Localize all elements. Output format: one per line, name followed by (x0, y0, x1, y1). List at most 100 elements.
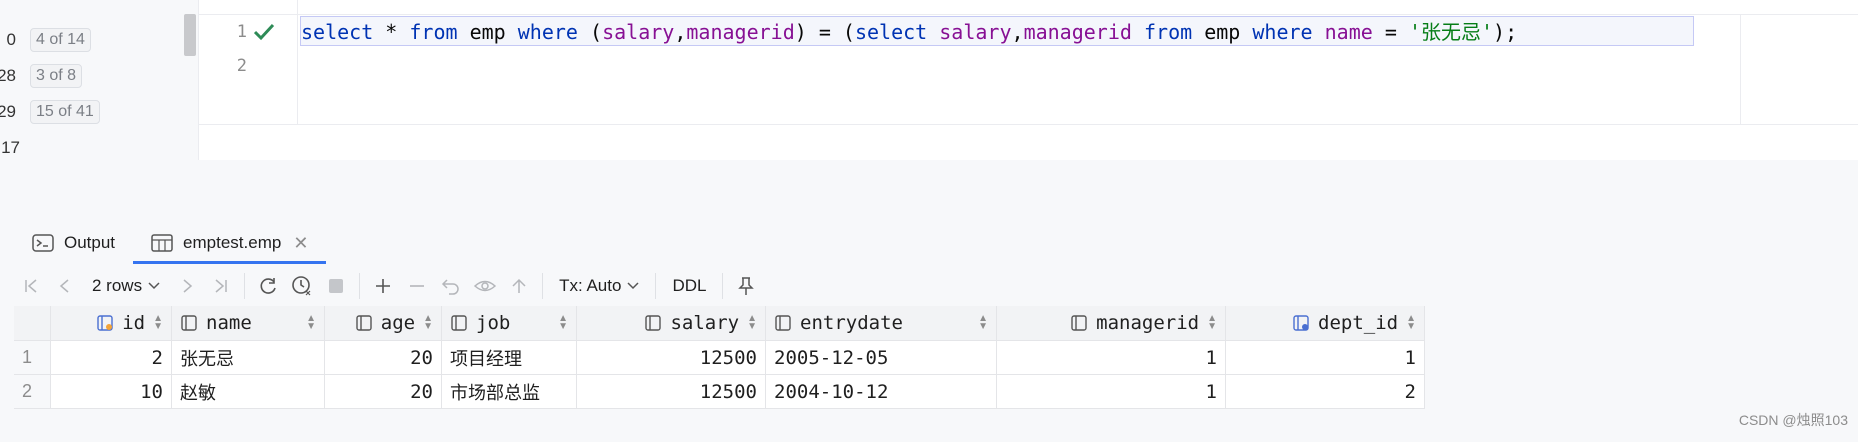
add-row-icon[interactable] (366, 269, 400, 303)
usage-row[interactable]: 28 3 of 8 (0, 64, 83, 88)
rows-count-dropdown[interactable]: 2 rows (82, 276, 170, 296)
transaction-mode-label: Tx: Auto (559, 276, 622, 295)
console-icon (32, 234, 54, 252)
cell-age[interactable]: 20 (324, 374, 442, 409)
next-page-icon[interactable] (170, 269, 204, 303)
cell-dept-id[interactable]: 2 (1225, 374, 1425, 409)
revert-icon[interactable] (434, 269, 468, 303)
cell-managerid[interactable]: 1 (996, 374, 1226, 409)
code-text: emp (1192, 20, 1253, 44)
column-header-label: dept_id (1318, 312, 1399, 334)
cell-name[interactable]: 张无忌 (171, 340, 325, 375)
sort-icon[interactable]: ▲ ▼ (423, 314, 433, 332)
transaction-mode-dropdown[interactable]: Tx: Auto (549, 276, 649, 296)
column-icon (356, 315, 372, 331)
sort-icon[interactable]: ▲ ▼ (1406, 314, 1416, 332)
column-header-label: managerid (1096, 312, 1200, 334)
column-header-age[interactable]: age ▲ ▼ (324, 306, 442, 341)
close-icon[interactable]: ✕ (293, 233, 308, 254)
column-header-id[interactable]: id ▲ ▼ (50, 306, 172, 341)
stop-icon[interactable] (319, 269, 353, 303)
code-string: '张无忌' (1408, 20, 1494, 44)
column-icon (181, 315, 197, 331)
code-keyword: select (854, 20, 928, 44)
column-header-dept-id[interactable]: dept_id ▲ ▼ (1225, 306, 1425, 341)
sort-icon[interactable]: ▲ ▼ (558, 314, 568, 332)
code-text: , (674, 20, 687, 44)
cell-dept-id[interactable]: 1 (1225, 340, 1425, 375)
code-keyword: where (517, 20, 578, 44)
line-number: 0 (6, 30, 16, 49)
tab-emptest-emp[interactable]: emptest.emp ✕ (133, 222, 327, 264)
usage-row[interactable]: 17 (0, 136, 20, 160)
code-keyword: from (409, 20, 458, 44)
check-icon (253, 23, 275, 41)
sort-icon[interactable]: ▲ ▼ (747, 314, 757, 332)
column-header-label: entrydate (800, 312, 903, 334)
table-row[interactable]: 1 2 张无忌 20 项目经理 12500 2005-12-05 1 1 (14, 340, 1425, 375)
usage-count-badge: 3 of 8 (30, 64, 83, 88)
ddl-button[interactable]: DDL (662, 276, 716, 296)
column-icon (645, 315, 662, 331)
cell-age[interactable]: 20 (324, 340, 442, 375)
sort-icon[interactable]: ▲ ▼ (978, 314, 988, 332)
code-text: ( (577, 20, 603, 44)
column-header-job[interactable]: job ▲ ▼ (441, 306, 577, 341)
sort-icon[interactable]: ▲ ▼ (1207, 314, 1217, 332)
column-header-name[interactable]: name ▲ ▼ (171, 306, 325, 341)
delete-row-icon[interactable] (400, 269, 434, 303)
sort-icon[interactable]: ▲ ▼ (306, 314, 316, 332)
chevron-down-icon (627, 282, 639, 290)
submit-icon[interactable] (502, 269, 536, 303)
column-header-entrydate[interactable]: entrydate ▲ ▼ (765, 306, 997, 341)
column-icon (1071, 315, 1087, 331)
rows-count-label: 2 rows (92, 276, 143, 295)
tab-output[interactable]: Output (14, 222, 133, 264)
sql-editor[interactable]: 1 2 select * from emp where (salary,mana… (198, 0, 1858, 160)
view-query-icon[interactable] (468, 269, 502, 303)
divider (199, 14, 1858, 15)
results-toolbar: 2 rows Tx: Auto DDL (14, 266, 763, 306)
cell-job[interactable]: 市场部总监 (441, 374, 577, 409)
watermark: CSDN @烛照103 (1738, 412, 1848, 428)
cell-salary[interactable]: 12500 (576, 374, 766, 409)
pin-icon[interactable] (729, 269, 763, 303)
column-icon (775, 315, 791, 331)
cell-managerid[interactable]: 1 (996, 340, 1226, 375)
chevron-down-icon (148, 282, 160, 290)
column-header-salary[interactable]: salary ▲ ▼ (576, 306, 766, 341)
previous-page-icon[interactable] (48, 269, 82, 303)
cell-job[interactable]: 项目经理 (441, 340, 577, 375)
line-number: 17 (1, 138, 20, 157)
usage-count-badge: 4 of 14 (30, 28, 91, 52)
column-header-label: job (476, 312, 511, 334)
usage-row[interactable]: 0 4 of 14 (0, 28, 91, 52)
history-icon[interactable] (285, 269, 319, 303)
row-number-header (14, 306, 51, 341)
scrollbar-thumb[interactable] (184, 14, 196, 56)
cell-name[interactable]: 赵敏 (171, 374, 325, 409)
first-page-icon[interactable] (14, 269, 48, 303)
usage-row[interactable]: 29 15 of 41 (0, 100, 100, 124)
sort-icon[interactable]: ▲ ▼ (153, 314, 163, 332)
cell-salary[interactable]: 12500 (576, 340, 766, 375)
column-header-managerid[interactable]: managerid ▲ ▼ (996, 306, 1226, 341)
toolbar-separator (542, 273, 544, 299)
code-text: * (373, 20, 410, 44)
line-number: 28 (0, 66, 16, 85)
code-text: emp (457, 20, 518, 44)
sql-statement[interactable]: select * from emp where (salary,manageri… (301, 18, 1517, 46)
cell-entrydate[interactable]: 2004-10-12 (765, 374, 997, 409)
last-page-icon[interactable] (204, 269, 238, 303)
code-text: ); (1493, 20, 1518, 44)
cell-id[interactable]: 10 (50, 374, 172, 409)
code-text: ) = ( (794, 20, 855, 44)
refresh-icon[interactable] (251, 269, 285, 303)
table-row[interactable]: 2 10 赵敏 20 市场部总监 12500 2004-10-12 1 2 (14, 374, 1425, 409)
cell-entrydate[interactable]: 2005-12-05 (765, 340, 997, 375)
code-identifier: managerid (1023, 20, 1132, 44)
cell-id[interactable]: 2 (50, 340, 172, 375)
code-keyword: where (1252, 20, 1313, 44)
